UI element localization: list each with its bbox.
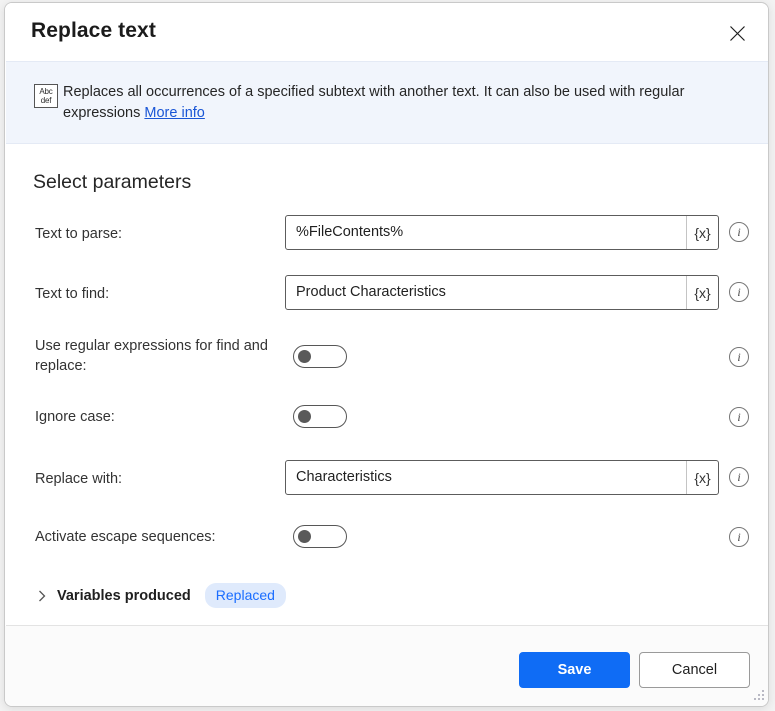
cancel-button[interactable]: Cancel (639, 652, 750, 688)
variable-picker-button[interactable]: {x} (686, 276, 718, 309)
label-text-to-find: Text to find: (35, 284, 280, 304)
info-icon[interactable]: i (729, 527, 749, 547)
label-use-regex: Use regular expressions for find and rep… (35, 336, 280, 376)
label-ignore-case: Ignore case: (35, 407, 280, 427)
close-icon (729, 25, 746, 42)
resize-grip[interactable] (752, 689, 766, 703)
replace-with-input[interactable]: Characteristics {x} (285, 460, 719, 495)
info-icon[interactable]: i (729, 222, 749, 242)
variable-picker-button[interactable]: {x} (686, 461, 718, 494)
section-heading: Select parameters (33, 171, 191, 194)
text-to-parse-value: %FileContents% (296, 224, 682, 240)
dialog-footer: Save Cancel (5, 626, 769, 707)
banner-description: Replaces all occurrences of a specified … (63, 82, 723, 124)
label-text-to-parse: Text to parse: (35, 224, 280, 244)
more-info-link[interactable]: More info (144, 105, 204, 121)
info-icon[interactable]: i (729, 467, 749, 487)
status-badge[interactable]: Replaced (205, 583, 286, 608)
replace-with-value: Characteristics (296, 469, 682, 485)
label-replace-with: Replace with: (35, 469, 280, 489)
label-escape-sequences: Activate escape sequences: (35, 527, 280, 547)
page-title: Replace text (31, 19, 156, 43)
text-to-parse-input[interactable]: %FileContents% {x} (285, 215, 719, 250)
variables-produced-label: Variables produced (57, 588, 191, 604)
info-icon[interactable]: i (729, 407, 749, 427)
abc-def-icon-line1: Abc (39, 87, 52, 96)
chevron-right-icon (35, 589, 49, 603)
text-to-find-input[interactable]: Product Characteristics {x} (285, 275, 719, 310)
replace-text-dialog: Replace text Abc def Replaces all occurr… (4, 2, 769, 707)
text-to-find-value: Product Characteristics (296, 284, 682, 300)
escape-sequences-toggle[interactable] (293, 525, 347, 548)
dialog-titlebar: Replace text (5, 3, 768, 61)
toggle-knob (298, 530, 311, 543)
toggle-knob (298, 350, 311, 363)
save-button[interactable]: Save (519, 652, 630, 688)
ignore-case-toggle[interactable] (293, 405, 347, 428)
toggle-knob (298, 410, 311, 423)
variables-produced-section[interactable]: Variables produced Replaced (35, 583, 286, 608)
abc-def-icon-line2: def (41, 96, 52, 105)
info-banner: Abc def Replaces all occurrences of a sp… (6, 61, 769, 144)
info-icon[interactable]: i (729, 347, 749, 367)
abc-def-text-icon: Abc def (34, 84, 58, 108)
variable-picker-button[interactable]: {x} (686, 216, 718, 249)
close-button[interactable] (716, 13, 758, 53)
info-icon[interactable]: i (729, 282, 749, 302)
use-regex-toggle[interactable] (293, 345, 347, 368)
